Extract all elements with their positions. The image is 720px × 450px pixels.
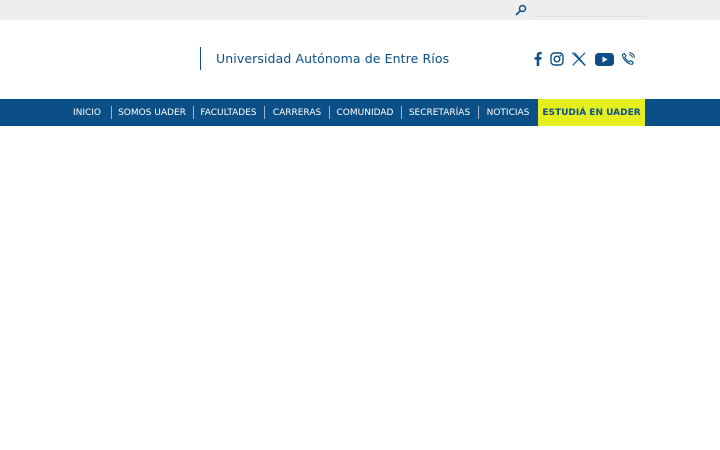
phone-icon[interactable] — [620, 49, 636, 69]
nav-separator — [264, 106, 265, 119]
site-header: Universidad Autónoma de Entre Ríos — [0, 20, 720, 99]
nav-separator — [401, 106, 402, 119]
instagram-icon[interactable] — [549, 49, 565, 69]
nav-separator — [193, 106, 194, 119]
top-utility-bar — [0, 0, 720, 20]
nav-separator — [111, 106, 112, 119]
nav-item-secretarias[interactable]: SECRETARÍAS — [406, 99, 473, 126]
search-input[interactable] — [533, 3, 645, 17]
nav-item-facultades[interactable]: FACULTADES — [198, 99, 259, 126]
nav-item-carreras[interactable]: CARRERAS — [270, 99, 324, 126]
main-navigation: INICIO SOMOS UADER FACULTADES CARRERAS C… — [0, 99, 720, 126]
x-twitter-icon[interactable] — [571, 49, 587, 69]
university-name-link[interactable]: Universidad Autónoma de Entre Ríos — [216, 51, 449, 66]
nav-item-noticias[interactable]: NOTICIAS — [483, 99, 533, 126]
nav-separator — [478, 106, 479, 119]
logo-divider — [200, 47, 201, 70]
nav-item-comunidad[interactable]: COMUNIDAD — [334, 99, 396, 126]
main-content-area — [0, 126, 720, 450]
estudia-en-uader-button[interactable]: ESTUDIÁ EN UADER — [538, 99, 645, 126]
facebook-icon[interactable] — [532, 49, 544, 69]
nav-item-somos-uader[interactable]: SOMOS UADER — [116, 99, 188, 126]
nav-separator — [329, 106, 330, 119]
nav-item-inicio[interactable]: INICIO — [68, 99, 106, 126]
youtube-icon[interactable] — [594, 49, 614, 69]
search-icon[interactable] — [513, 2, 529, 18]
